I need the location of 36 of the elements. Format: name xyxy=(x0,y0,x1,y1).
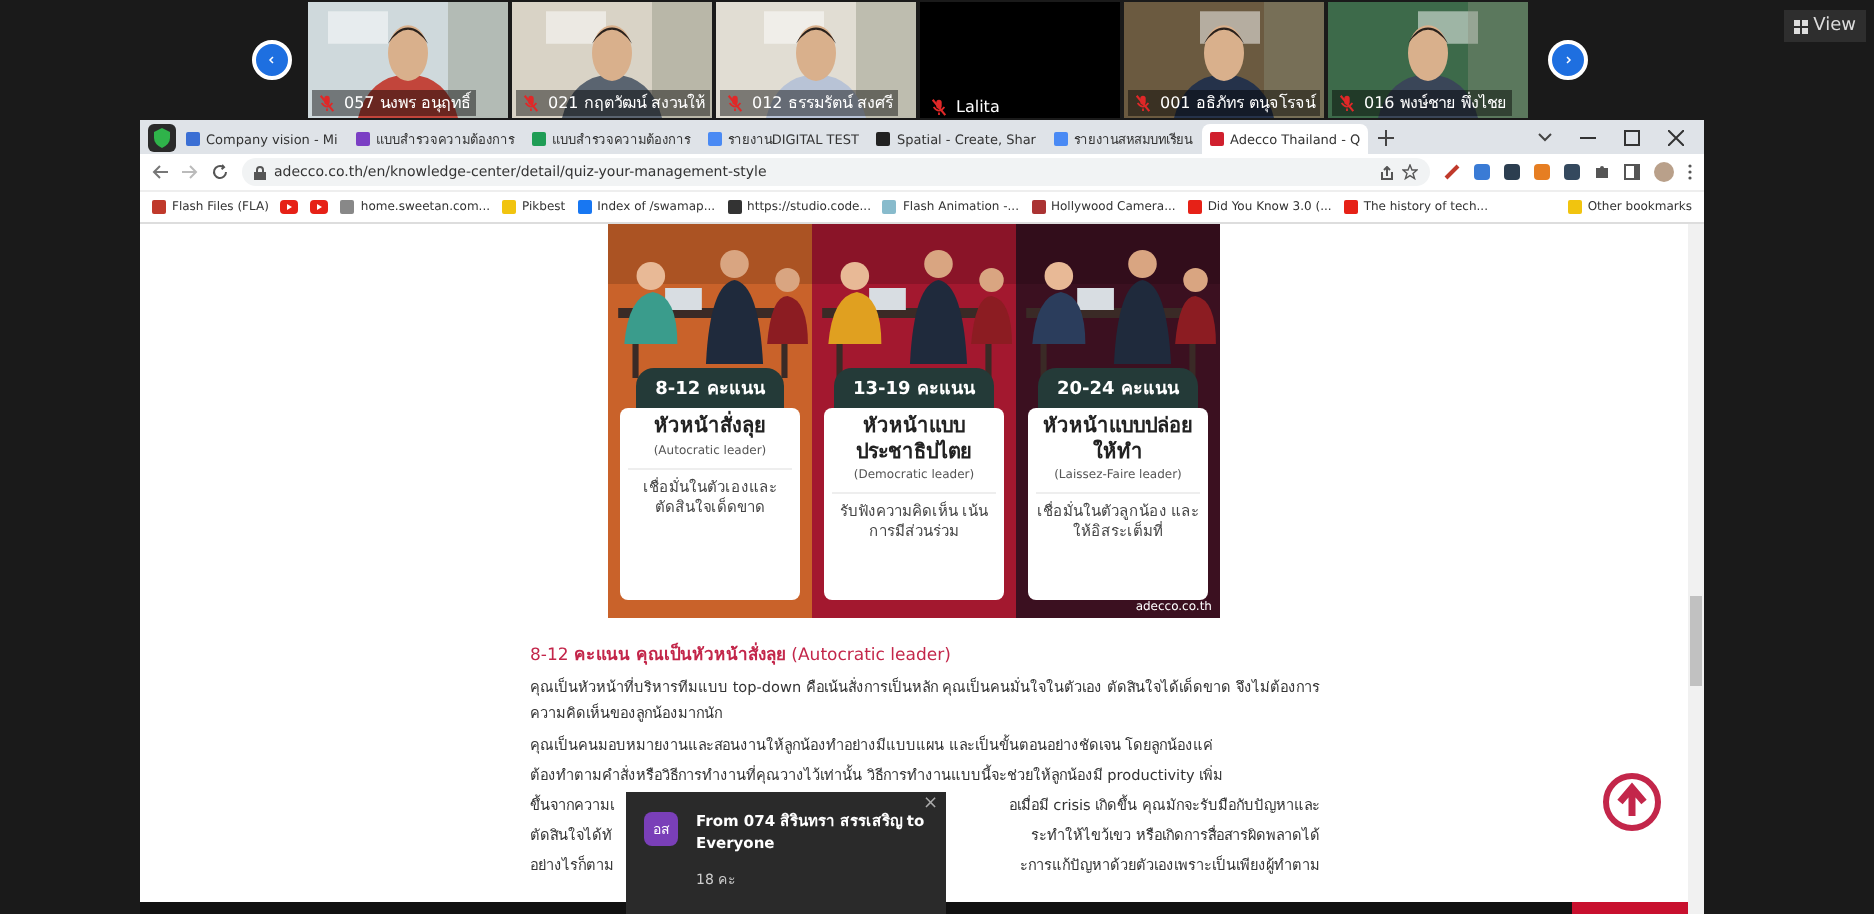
share-icon[interactable] xyxy=(1380,165,1394,179)
plus-icon[interactable] xyxy=(1378,129,1395,145)
sidebar-icon[interactable] xyxy=(1624,164,1640,180)
pen-icon[interactable] xyxy=(1444,164,1460,180)
scroll-to-top-icon[interactable] xyxy=(1602,772,1662,832)
reload-icon[interactable] xyxy=(212,164,228,180)
star-icon[interactable] xyxy=(1402,164,1418,180)
participant-name: 016 พงษ์ชาย พึ่งไชย xyxy=(1364,90,1507,116)
play-icon[interactable] xyxy=(310,200,329,214)
leader-type: หัวหน้าแบบประชาธิปไตย xyxy=(854,416,974,466)
chevron-down-icon[interactable] xyxy=(1538,132,1552,142)
leader-type: หัวหน้าแบบปล่อยให้ทำ xyxy=(1041,416,1195,466)
chevron-left-icon xyxy=(268,52,276,68)
previous-button[interactable] xyxy=(252,40,292,80)
leader-type: หัวหน้าสั่งลุย xyxy=(654,416,766,441)
participant-name: 021 กฤตวัฒน์ สงวนให้ xyxy=(548,91,705,116)
scrollbar-thumb[interactable] xyxy=(1690,596,1702,686)
chevron-right-icon xyxy=(1564,52,1572,68)
score-label: 20-24 คะแนน xyxy=(1037,368,1199,408)
close-button[interactable]: × xyxy=(922,794,938,814)
close-icon[interactable] xyxy=(1668,129,1684,145)
lock-icon xyxy=(254,165,266,179)
maximize-icon[interactable] xyxy=(1624,129,1640,145)
play-icon[interactable] xyxy=(280,200,299,214)
view-button[interactable]: View xyxy=(1783,10,1866,42)
section-heading: 8-12 คะแนน คุณเป็นหัวหน้าสั่งลุย (Autocratic leader) xyxy=(530,640,953,668)
participant-name: 012 ธรรมรัตน์ สงศรี xyxy=(752,91,893,116)
participant-name: Lalita xyxy=(956,98,1000,116)
grid-icon xyxy=(1793,19,1808,33)
back-icon[interactable] xyxy=(152,164,168,180)
score-label: 8-12 คะแนน xyxy=(635,368,785,408)
minimize-icon[interactable] xyxy=(1580,135,1596,139)
participant-name: 001 อธิภัทร ตนุจโรจน์ xyxy=(1160,91,1315,116)
next-button[interactable] xyxy=(1548,40,1588,80)
score-label: 13-19 คะแนน xyxy=(833,368,995,408)
shield-icon xyxy=(148,123,176,151)
